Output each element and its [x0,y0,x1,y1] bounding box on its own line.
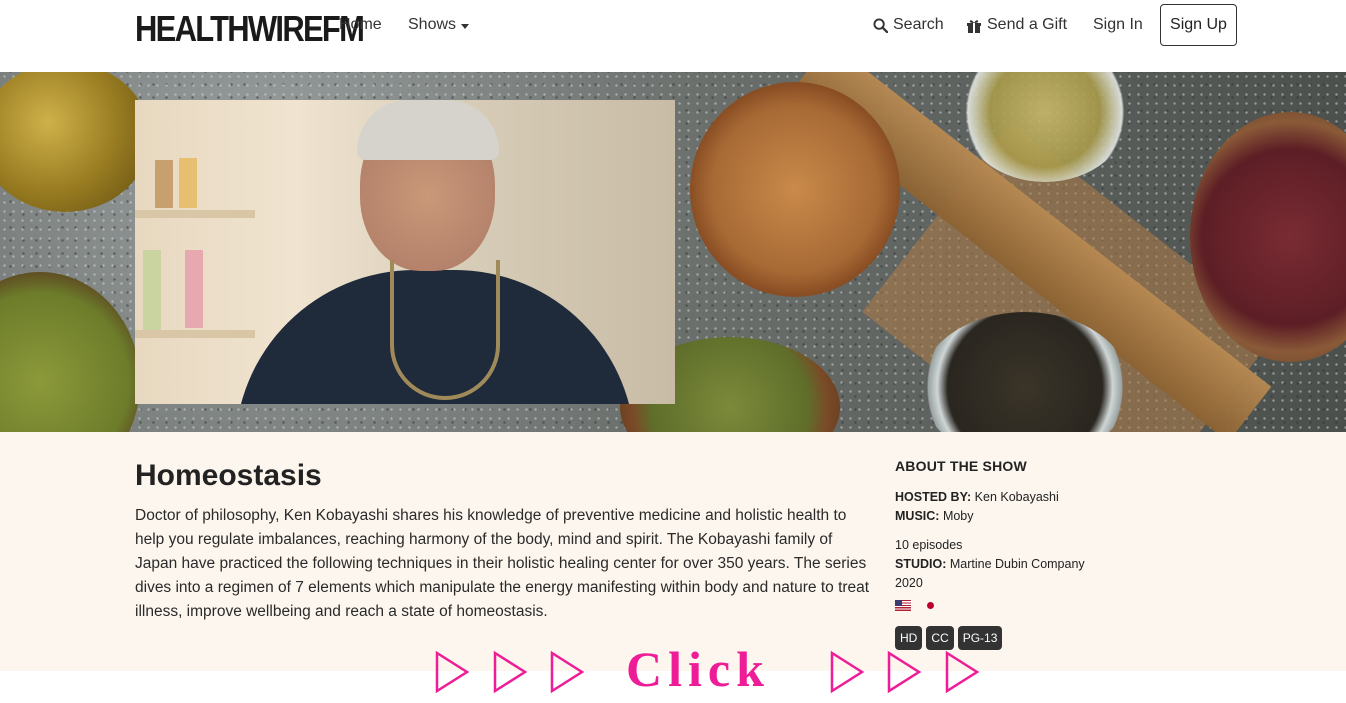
nav-home-link[interactable]: Home [339,16,382,34]
show-title: Homeostasis [135,459,322,492]
book-image [155,160,173,208]
gift-icon [967,19,981,33]
play-arrow-icon [887,650,922,694]
show-description: Doctor of philosophy, Ken Kobayashi shar… [135,507,870,620]
hosted-by-label: HOSTED BY: [895,490,972,504]
book-image [179,158,197,208]
site-logo[interactable]: HEALTHWIREFM [135,8,365,50]
play-arrow-icon [945,650,980,694]
search-icon [873,17,888,33]
book-image [185,250,203,328]
host-hair [357,100,499,160]
music-label: MUSIC: [895,509,940,523]
nav-shows-label: Shows [408,16,457,33]
music-row: MUSIC: Moby [895,509,974,523]
book-image [143,250,161,330]
nav-signin-link[interactable]: Sign In [1093,16,1143,34]
nav-gift-label: Send a Gift [987,16,1068,33]
host-necklace [390,260,500,400]
hosted-by-value: Ken Kobayashi [974,490,1059,504]
nav-gift-link[interactable]: Send a Gift [966,16,1067,34]
play-arrow-icon [550,650,585,694]
click-banner[interactable]: Click [430,640,990,700]
nav-search-link[interactable]: Search [873,16,944,34]
japan-flag-icon [923,600,939,611]
chevron-down-icon [461,23,470,29]
click-label: Click [626,641,770,697]
shelf-image [135,210,255,218]
tea-bowl-image [690,82,900,297]
music-value: Moby [942,509,974,523]
language-flags [895,600,939,611]
release-year: 2020 [895,576,923,590]
hero-banner [0,72,1346,432]
shelf-image [135,330,255,338]
play-arrow-icon [435,650,470,694]
play-arrow-icon [830,650,865,694]
studio-row: STUDIO: Martine Dubin Company [895,557,1085,571]
studio-label: STUDIO: [895,557,947,571]
top-navigation: HEALTHWIREFM Home Shows Search Send a Gi… [0,0,1346,72]
play-arrow-icon [493,650,528,694]
about-heading: ABOUT THE SHOW [895,458,1027,474]
signup-button[interactable]: Sign Up [1160,4,1237,46]
hosted-by-row: HOSTED BY: Ken Kobayashi [895,490,1059,504]
nav-search-label: Search [893,16,944,33]
show-info-section: Homeostasis Doctor of philosophy, Ken Ko… [0,432,1346,671]
episode-count: 10 episodes [895,538,963,552]
us-flag-icon [895,600,911,611]
video-player[interactable] [135,100,675,404]
studio-value: Martine Dubin Company [949,557,1085,571]
nav-shows-dropdown[interactable]: Shows [408,16,470,34]
